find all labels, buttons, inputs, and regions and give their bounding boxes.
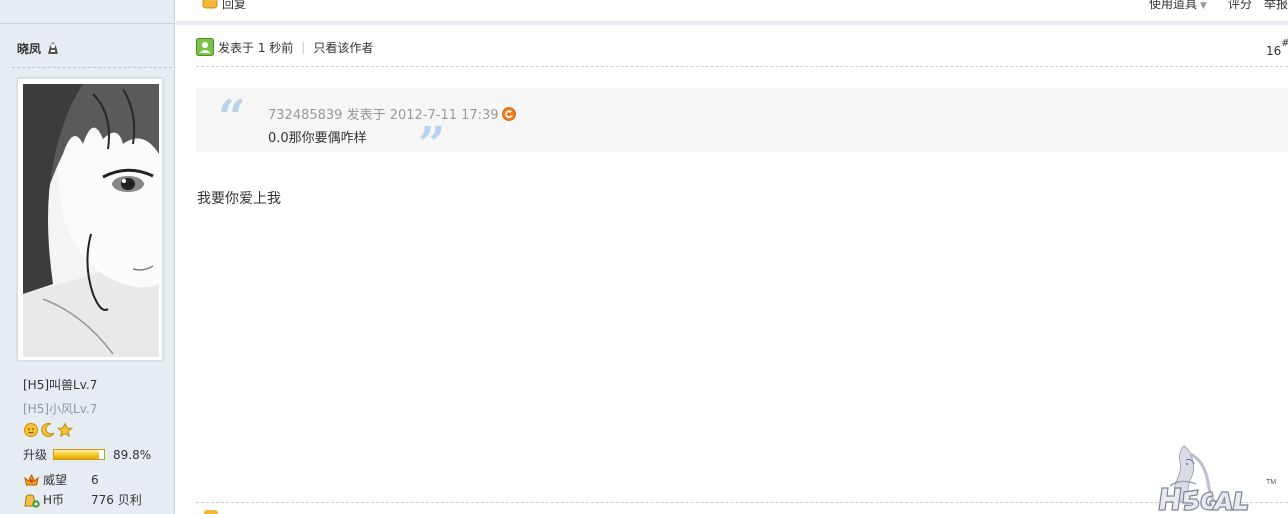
stat-name: H币 <box>43 493 65 507</box>
svg-text:TM: TM <box>1266 479 1276 486</box>
jump-to-post-icon[interactable] <box>501 106 516 121</box>
floor-number[interactable]: 16# <box>1266 38 1288 58</box>
star-icon <box>57 422 73 438</box>
use-tools-menu[interactable]: 使用道具 ▼ <box>1149 0 1207 12</box>
use-tools-label: 使用道具 <box>1149 0 1198 11</box>
user-rank-secondary: [H5]小风Lv.7 <box>23 402 98 416</box>
stat-prestige: 威望 6 <box>23 471 99 488</box>
footer-divider <box>196 502 1288 503</box>
sidebar-top-strip <box>0 0 175 24</box>
moon-icon <box>41 422 55 437</box>
stat-hcoin: H币 776 贝利 <box>23 491 142 508</box>
site-logo-watermark: TM <box>1158 445 1276 511</box>
quote-text: 0.0那你要偶咋样 <box>268 131 367 146</box>
level-progress-fill <box>54 450 99 459</box>
sidebar-divider <box>12 67 172 68</box>
post-time: 发表于 1 秒前 <box>218 40 294 55</box>
stat-value: 6 <box>91 472 99 487</box>
avatar-image <box>23 84 159 357</box>
level-label: 升级 <box>23 448 48 462</box>
stat-value: 776 贝利 <box>91 493 142 507</box>
level-progress-bar <box>53 449 106 460</box>
author-info: 晓凤 <box>17 39 60 57</box>
floor-mark: # <box>1281 38 1288 49</box>
stat-name: 威望 <box>43 473 68 487</box>
report-button[interactable]: 举报 <box>1264 0 1288 12</box>
floor-number-text: 16 <box>1266 44 1282 58</box>
post-header: 发表于 1 秒前 | 只看该作者 <box>196 38 373 56</box>
quote-meta: 732485839 发表于 2012-7-11 17:39 <box>268 104 516 123</box>
level-progress-text: 89.8% <box>113 447 152 462</box>
chevron-down-icon: ▼ <box>1200 1 1207 11</box>
level-progress: 升级 89.8% <box>23 446 151 463</box>
reply-button[interactable]: 回复 <box>202 0 246 12</box>
sun-icon <box>24 423 38 437</box>
rate-button[interactable]: 评分 <box>1228 0 1252 12</box>
user-rank-primary: [H5]叫兽Lv.7 <box>23 378 98 392</box>
separator: | <box>301 40 306 54</box>
author-name[interactable]: 晓凤 <box>17 40 41 57</box>
post-body: 我要你爱上我 <box>197 191 281 207</box>
coin-bag-icon <box>24 493 40 508</box>
reply-label: 回复 <box>222 0 247 11</box>
close-quote-icon: ” <box>418 117 446 173</box>
avatar[interactable] <box>17 78 163 361</box>
reply-icon <box>202 0 218 8</box>
post-topbar <box>176 0 1288 22</box>
author-sidebar: 晓凤 [H5]叫兽Lv.7 [H5]小风Lv.7 升级 89.8% 威望 6 H… <box>0 0 175 514</box>
crown-icon <box>24 473 39 485</box>
only-author-link[interactable]: 只看该作者 <box>313 39 373 56</box>
quote-author-meta: 732485839 发表于 2012-7-11 17:39 <box>268 108 499 123</box>
open-quote-icon: “ <box>218 90 246 146</box>
header-divider <box>196 66 1288 67</box>
topbar-accent-line <box>176 22 1288 25</box>
quote-block: “ ” 732485839 发表于 2012-7-11 17:39 0.0那你要… <box>196 88 1288 169</box>
next-post-reply-icon[interactable] <box>204 510 218 514</box>
medal-badges <box>23 422 73 438</box>
online-user-icon <box>196 38 214 56</box>
online-status-icon <box>48 42 59 54</box>
